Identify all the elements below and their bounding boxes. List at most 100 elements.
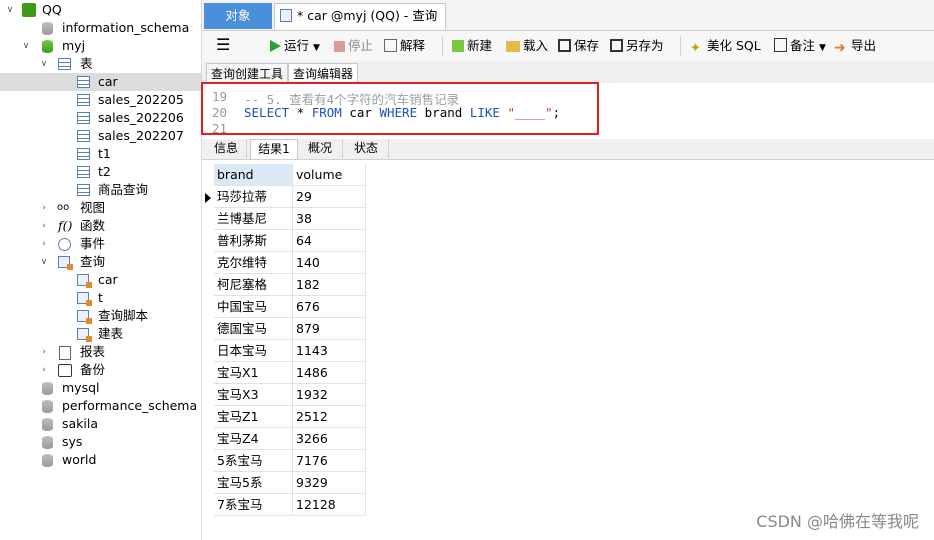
chevron-down-icon[interactable]: ∨ [38,55,50,73]
tab-objects[interactable]: 对象 [204,3,272,29]
tab-profile[interactable]: 概况 [298,139,343,158]
save-as-button[interactable]: 另存为 [610,37,664,55]
tree-table-car[interactable]: car [0,73,201,91]
tab-status[interactable]: 状态 [344,139,389,158]
chevron-down-icon[interactable]: ∨ [20,37,32,55]
cell-brand[interactable]: 兰博基尼 [214,208,293,230]
table-row[interactable]: 德国宝马 879 [214,318,366,340]
cell-brand[interactable]: 中国宝马 [214,296,293,318]
table-row[interactable]: 日本宝马 1143 [214,340,366,362]
cell-volume[interactable]: 12128 [293,494,366,516]
column-header-brand[interactable]: brand [214,164,293,186]
dropdown-arrow-icon[interactable]: ▼ [313,43,320,53]
chevron-right-icon[interactable]: › [38,235,50,253]
tab-query-builder[interactable]: 查询创建工具 [206,63,289,84]
folder-icon [506,41,520,52]
cell-volume[interactable]: 9329 [293,472,366,494]
cell-volume[interactable]: 676 [293,296,366,318]
tab-info[interactable]: 信息 [206,139,247,158]
cell-volume[interactable]: 2512 [293,406,366,428]
cell-brand[interactable]: 宝马5系 [214,472,293,494]
cell-brand[interactable]: 克尔维特 [214,252,293,274]
new-button[interactable]: 新建 [452,37,492,55]
table-row[interactable]: 兰博基尼 38 [214,208,366,230]
cell-volume[interactable]: 879 [293,318,366,340]
table-icon [77,166,90,178]
load-button[interactable]: 载入 [506,37,548,55]
cell-volume[interactable]: 38 [293,208,366,230]
database-icon [42,418,53,431]
cell-volume[interactable]: 182 [293,274,366,296]
tab-query-editor[interactable]: 查询编辑器 [288,63,359,84]
chevron-down-icon[interactable]: ∨ [4,1,16,19]
chevron-right-icon[interactable]: › [38,217,50,235]
table-row[interactable]: 7系宝马 12128 [214,494,366,516]
table-row[interactable]: 宝马Z4 3266 [214,428,366,450]
save-icon [558,39,571,52]
toolbar-divider [680,36,681,56]
chevron-down-icon[interactable]: ∨ [38,253,50,271]
column-header-volume[interactable]: volume [293,164,366,186]
table-row[interactable]: 宝马X3 1932 [214,384,366,406]
chevron-right-icon[interactable]: › [38,343,50,361]
database-icon [42,40,53,53]
export-icon: ➜ [834,40,846,56]
cell-brand[interactable]: 德国宝马 [214,318,293,340]
cell-brand[interactable]: 玛莎拉蒂 [214,186,293,208]
table-row[interactable]: 玛莎拉蒂 29 [214,186,366,208]
database-icon [42,382,53,395]
table-row[interactable]: 宝马X1 1486 [214,362,366,384]
cell-brand[interactable]: 日本宝马 [214,340,293,362]
cell-volume[interactable]: 29 [293,186,366,208]
explain-button[interactable]: 解释 [384,37,425,55]
cell-volume[interactable]: 7176 [293,450,366,472]
cell-volume[interactable]: 1932 [293,384,366,406]
tab-query-car[interactable]: * car @myj (QQ) - 查询 [274,3,446,29]
cell-volume[interactable]: 1486 [293,362,366,384]
cell-brand[interactable]: 普利茅斯 [214,230,293,252]
table-icon [77,130,90,142]
table-icon [77,184,90,196]
cell-brand[interactable]: 7系宝马 [214,494,293,516]
new-query-icon [452,40,464,52]
table-row[interactable]: 5系宝马 7176 [214,450,366,472]
table-row[interactable]: 普利茅斯 64 [214,230,366,252]
chevron-right-icon[interactable]: › [38,199,50,217]
cell-volume[interactable]: 64 [293,230,366,252]
export-button[interactable]: ➜ 导出 [834,37,876,55]
table-row[interactable]: 克尔维特 140 [214,252,366,274]
run-button[interactable]: 运行 ▼ [270,37,320,55]
table-row[interactable]: 中国宝马 676 [214,296,366,318]
query-icon [77,274,92,288]
table-row[interactable]: 柯尼塞格 182 [214,274,366,296]
table-row[interactable]: 宝马5系 9329 [214,472,366,494]
cell-volume[interactable]: 1143 [293,340,366,362]
beautify-sql-button[interactable]: ✦ 美化 SQL [690,37,761,56]
table-icon [77,148,90,160]
cell-brand[interactable]: 宝马Z1 [214,406,293,428]
cell-brand[interactable]: 宝马X3 [214,384,293,406]
object-tree-sidebar[interactable]: ∨ QQ information_schema ∨ myj ∨ 表 car sa… [0,0,202,540]
report-icon [59,346,71,360]
cell-brand[interactable]: 5系宝马 [214,450,293,472]
magic-wand-icon: ✦ [690,41,701,56]
menu-icon[interactable]: ☰ [216,37,230,55]
current-row-indicator-icon [205,193,211,203]
table-icon [77,112,90,124]
database-icon [42,436,53,449]
save-as-icon [610,39,623,52]
table-folder-icon [58,58,71,70]
save-button[interactable]: 保存 [558,37,599,55]
stop-button[interactable]: 停止 [334,37,373,55]
function-icon: f() [58,218,73,233]
cell-volume[interactable]: 140 [293,252,366,274]
cell-brand[interactable]: 柯尼塞格 [214,274,293,296]
cell-brand[interactable]: 宝马Z4 [214,428,293,450]
cell-volume[interactable]: 3266 [293,428,366,450]
dropdown-arrow-icon[interactable]: ▼ [819,43,826,53]
note-button[interactable]: 备注 ▼ [774,37,826,55]
cell-brand[interactable]: 宝马X1 [214,362,293,384]
chevron-right-icon[interactable]: › [38,361,50,379]
tab-result1[interactable]: 结果1 [250,139,298,159]
table-row[interactable]: 宝马Z1 2512 [214,406,366,428]
